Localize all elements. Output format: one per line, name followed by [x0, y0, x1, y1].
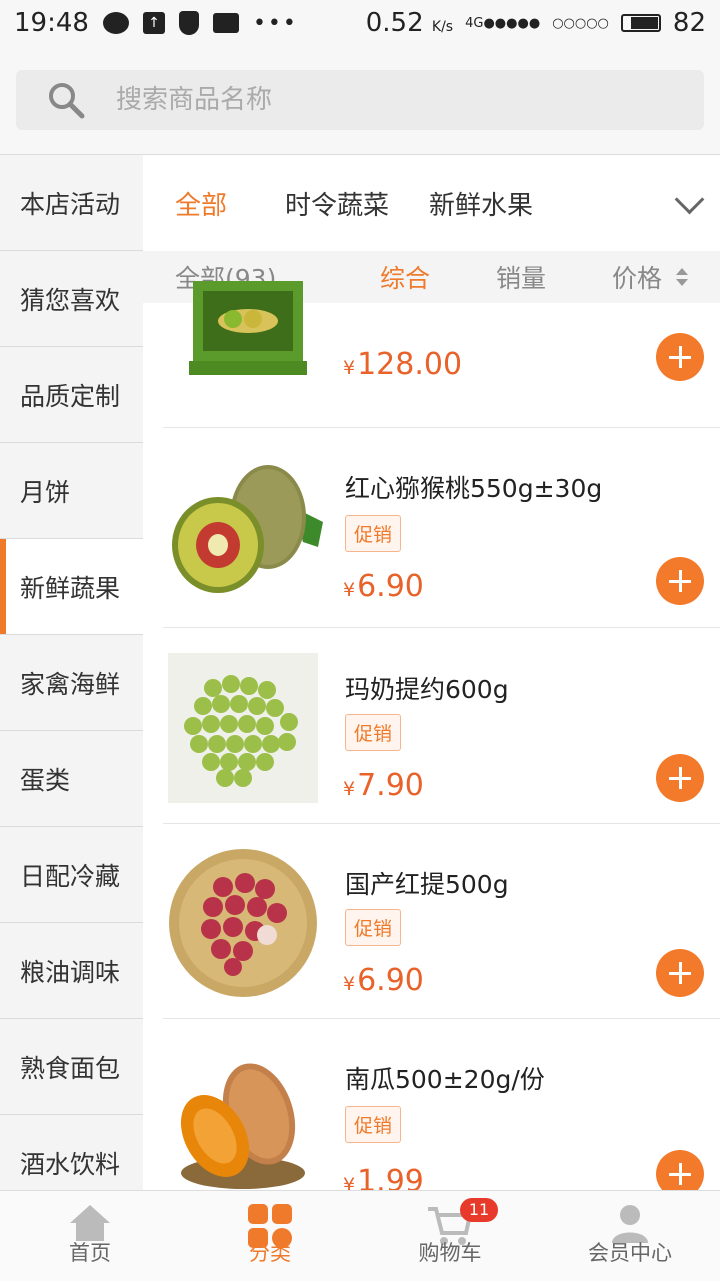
sidebar-item-label: 本店活动 — [20, 189, 121, 219]
search-input[interactable] — [114, 84, 618, 116]
wallet-icon — [212, 13, 239, 33]
list-item[interactable]: ¥128.00 — [163, 251, 720, 428]
sidebar-item-label: 酒水饮料 — [20, 1149, 121, 1179]
signal-icon: 4G●●●●● — [465, 15, 541, 31]
sidebar-item-activity[interactable]: 本店活动 — [0, 155, 143, 251]
add-to-cart-button[interactable] — [656, 949, 704, 997]
product-name[interactable]: 玛奶提约600g — [345, 670, 509, 706]
bottom-nav: 首页 分类 购物车 会员中心 — [0, 1190, 720, 1281]
nav-home[interactable]: 首页 — [0, 1191, 180, 1281]
nav-home-label: 首页 — [69, 1241, 111, 1265]
product-price: ¥1.99 — [343, 1164, 424, 1190]
sidebar-item-chilled[interactable]: 日配冷藏 — [0, 827, 143, 923]
list-item[interactable]: 玛奶提约600g 促销 ¥7.90 — [163, 628, 720, 824]
upload-icon: ↑ — [142, 12, 165, 34]
product-price: ¥6.90 — [343, 569, 424, 604]
sidebar-item-grain-oil[interactable]: 粮油调味 — [0, 923, 143, 1019]
add-to-cart-button[interactable] — [656, 1150, 704, 1190]
sidebar-item-label: 新鲜蔬果 — [20, 573, 121, 603]
sidebar-item-label: 日配冷藏 — [20, 861, 121, 891]
sidebar-item-recommend[interactable]: 猜您喜欢 — [0, 251, 143, 347]
promo-badge: 促销 — [345, 909, 402, 946]
product-name[interactable]: 国产红提500g — [345, 865, 509, 901]
nav-category-label: 分类 — [249, 1241, 291, 1265]
add-to-cart-button[interactable] — [656, 557, 704, 605]
message-icon — [102, 12, 129, 34]
sidebar-item-drinks[interactable]: 酒水饮料 — [0, 1115, 143, 1190]
sidebar-item-label: 熟食面包 — [20, 1053, 121, 1083]
product-image[interactable] — [163, 843, 323, 1003]
sidebar-item-fresh-produce[interactable]: 新鲜蔬果 — [0, 539, 143, 635]
list-item[interactable]: 南瓜500±20g/份 促销 ¥1.99 — [163, 1018, 720, 1190]
tab-all[interactable]: 全部 — [175, 185, 227, 222]
battery-level: 82 — [672, 8, 706, 38]
promo-badge: 促销 — [345, 1106, 402, 1143]
status-time: 19:48 — [14, 8, 89, 38]
tab-fresh-fruit[interactable]: 新鲜水果 — [429, 185, 533, 222]
signal-empty-icon: ○○○○○ — [552, 15, 609, 31]
network-speed: 0.52 K/s — [365, 8, 454, 38]
product-image[interactable] — [163, 648, 323, 808]
sidebar-item-deli-bread[interactable]: 熟食面包 — [0, 1019, 143, 1115]
sidebar-item-label: 蛋类 — [20, 765, 71, 795]
product-name[interactable]: 南瓜500±20g/份 — [345, 1060, 545, 1096]
sidebar-item-label: 家禽海鲜 — [20, 669, 121, 699]
add-to-cart-button[interactable] — [656, 333, 704, 381]
sidebar-item-label: 粮油调味 — [20, 957, 121, 987]
category-sidebar: 本店活动 猜您喜欢 品质定制 月饼 新鲜蔬果 家禽海鲜 蛋类 日配冷藏 粮油调味… — [0, 155, 144, 1190]
nav-cart-label: 购物车 — [418, 1241, 482, 1265]
cart-count-badge: 11 — [460, 1198, 498, 1222]
sidebar-item-label: 品质定制 — [20, 381, 121, 411]
sidebar-item-eggs[interactable]: 蛋类 — [0, 731, 143, 827]
product-price: ¥7.90 — [343, 768, 424, 803]
search-header — [0, 46, 720, 155]
shield-icon — [178, 11, 199, 35]
list-item[interactable]: 国产红提500g 促销 ¥6.90 — [163, 823, 720, 1019]
list-item[interactable]: 红心猕猴桃550g±30g 促销 ¥6.90 — [163, 427, 720, 628]
status-bar: 19:48 ↑ ••• 0.52 K/s 4G●●●●● ○○○○○ 82 — [0, 0, 720, 46]
more-dots-icon: ••• — [252, 10, 298, 36]
product-price: ¥128.00 — [343, 347, 463, 382]
sidebar-item-label: 月饼 — [20, 477, 71, 507]
nav-cart[interactable]: 购物车 — [360, 1191, 540, 1281]
nav-category[interactable]: 分类 — [180, 1191, 360, 1281]
product-image[interactable] — [163, 447, 323, 607]
product-image[interactable] — [163, 251, 323, 411]
product-name[interactable]: 红心猕猴桃550g±30g — [345, 469, 602, 505]
chevron-down-icon[interactable] — [674, 184, 705, 215]
product-price: ¥6.90 — [343, 963, 424, 998]
product-image[interactable] — [163, 1038, 323, 1190]
search-box[interactable] — [16, 70, 704, 130]
promo-badge: 促销 — [345, 515, 402, 552]
subcategory-tabs: 全部 时令蔬菜 新鲜水果 — [143, 155, 720, 251]
tab-seasonal-vegetables[interactable]: 时令蔬菜 — [285, 185, 389, 222]
nav-member[interactable]: 会员中心 — [540, 1191, 720, 1281]
battery-icon — [620, 14, 661, 32]
nav-member-label: 会员中心 — [588, 1241, 672, 1265]
sidebar-item-mooncake[interactable]: 月饼 — [0, 443, 143, 539]
sidebar-item-label: 猜您喜欢 — [20, 285, 121, 315]
add-to-cart-button[interactable] — [656, 754, 704, 802]
sidebar-item-custom[interactable]: 品质定制 — [0, 347, 143, 443]
sidebar-item-poultry-seafood[interactable]: 家禽海鲜 — [0, 635, 143, 731]
promo-badge: 促销 — [345, 714, 402, 751]
search-icon[interactable] — [46, 80, 86, 120]
product-panel: 全部 时令蔬菜 新鲜水果 全部(93) 综合 销量 价格 ¥128.00 红心猕… — [143, 155, 720, 1190]
